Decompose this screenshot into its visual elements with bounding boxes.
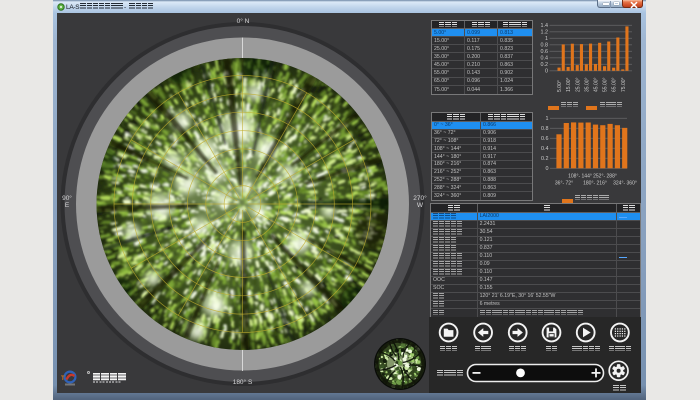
svg-text:55.00°: 55.00° (603, 77, 609, 92)
svg-text:15.00°: 15.00° (566, 77, 572, 92)
svg-text:45.00°: 45.00° (594, 77, 600, 92)
svg-text:0: 0 (546, 166, 549, 172)
svg-text:0.8: 0.8 (541, 43, 549, 49)
svg-text:36°- 72°: 36°- 72° (555, 181, 573, 187)
svg-text:0.8: 0.8 (541, 126, 549, 132)
svg-text:0.2: 0.2 (541, 156, 549, 162)
svg-text:1.4: 1.4 (541, 23, 549, 29)
svg-text:0: 0 (545, 69, 548, 75)
svg-text:1: 1 (545, 36, 548, 42)
svg-text:25.00°: 25.00° (575, 77, 581, 92)
svg-text:1: 1 (546, 116, 549, 122)
svg-text:324°- 360°: 324°- 360° (613, 181, 637, 187)
svg-text:35.00°: 35.00° (584, 77, 590, 92)
svg-text:108°- 144°: 108°- 144° (568, 174, 592, 180)
svg-text:0.6: 0.6 (541, 49, 549, 55)
svg-text:0.2: 0.2 (541, 62, 549, 68)
svg-text:65.00°: 65.00° (612, 77, 618, 92)
svg-text:0.6: 0.6 (541, 136, 549, 142)
svg-text:5.00°: 5.00° (557, 80, 563, 92)
svg-text:180°- 216°: 180°- 216° (583, 181, 607, 187)
svg-text:252°- 288°: 252°- 288° (593, 174, 617, 180)
svg-text:75.00°: 75.00° (621, 77, 627, 92)
svg-text:0.4: 0.4 (541, 146, 549, 152)
svg-text:0.4: 0.4 (541, 56, 549, 62)
svg-text:T: T (61, 376, 65, 382)
svg-text:1.2: 1.2 (541, 30, 549, 36)
